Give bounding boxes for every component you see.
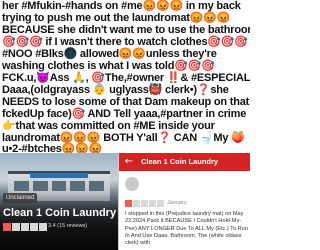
- star-icon: [133, 200, 140, 207]
- listing-rating-text: 3.4 (15 reviews): [48, 223, 88, 229]
- avatar[interactable]: [125, 177, 139, 191]
- review-screen: ← Clean 1 Coin Laundry January I stopped…: [118, 153, 250, 250]
- business-listing-card[interactable]: Unclaimed Clean 1 Coin Laundry 3.4 (15 r…: [0, 153, 118, 250]
- back-arrow-icon[interactable]: ←: [123, 156, 135, 168]
- post-line: u•2-#btches😡😡😡: [2, 143, 103, 153]
- review-body: I stopped in this (Prejudice laundry mat…: [125, 211, 248, 247]
- star-icon: [12, 223, 20, 231]
- star-icon: [30, 223, 38, 231]
- star-icon: [141, 200, 148, 207]
- star-icon: [149, 200, 156, 207]
- review-date: January: [167, 200, 187, 206]
- storefront-windows: [14, 181, 104, 191]
- star-icon: [3, 223, 11, 231]
- listing-star-rating: [3, 223, 47, 231]
- star-icon: [39, 223, 47, 231]
- app-bar: ← Clean 1 Coin Laundry: [119, 153, 250, 171]
- app-bar-title: Clean 1 Coin Laundry: [141, 157, 219, 166]
- storefront-sign: [30, 173, 88, 178]
- unclaimed-badge: Unclaimed: [3, 193, 38, 203]
- review-star-rating: [125, 200, 164, 207]
- post-text: her #Mfukin-#hands on #me😡😡😡 in my back …: [0, 0, 250, 153]
- star-icon: [125, 200, 132, 207]
- star-icon: [21, 223, 29, 231]
- reviewer-info[interactable]: [125, 177, 245, 197]
- business-name: Clean 1 Coin Laundry: [3, 207, 117, 219]
- star-icon: [157, 200, 164, 207]
